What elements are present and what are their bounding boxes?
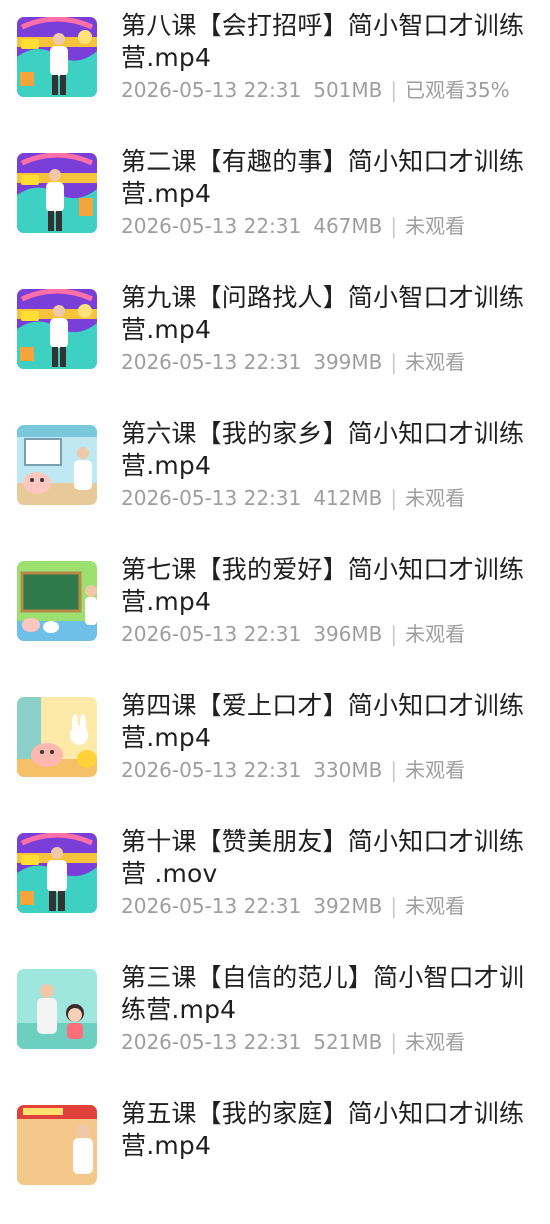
video-size: 399MB — [313, 350, 383, 374]
video-size: 330MB — [313, 758, 383, 782]
teal-scene-thumbnail-icon — [17, 969, 97, 1049]
video-title: 第十课【赞美朋友】简小知口才训练营 .mov — [121, 827, 525, 888]
video-title: 第五课【我的家庭】简小知口才训练营.mp4 — [121, 1099, 525, 1160]
watch-status: 未观看 — [405, 214, 466, 238]
video-meta: 2026-05-13 22:31 521MB | 未观看 — [121, 1029, 465, 1055]
video-title: 第八课【会打招呼】简小智口才训练营.mp4 — [121, 11, 525, 72]
video-file-item[interactable]: 第四课【爱上口才】简小知口才训练营.mp4 2026-05-13 22:31 33… — [0, 680, 550, 816]
meta-separator: | — [390, 486, 398, 510]
meta-separator: | — [390, 758, 398, 782]
meta-separator: | — [390, 622, 398, 646]
video-size: 467MB — [313, 214, 383, 238]
stage-thumbnail-icon — [17, 833, 97, 913]
classroom-thumbnail-icon — [17, 425, 97, 505]
video-size: 501MB — [313, 78, 383, 102]
video-thumbnail[interactable] — [17, 17, 97, 97]
chalkboard-thumbnail-icon — [17, 561, 97, 641]
video-meta: 2026-05-13 22:31 396MB | 未观看 — [121, 621, 465, 647]
video-meta: 2026-05-13 22:31 467MB | 未观看 — [121, 213, 465, 239]
video-file-item[interactable]: 第十课【赞美朋友】简小知口才训练营 .mov 2026-05-13 22:31 3… — [0, 816, 550, 952]
video-meta: 2026-05-13 22:31 412MB | 未观看 — [121, 485, 465, 511]
meta-separator: | — [390, 894, 398, 918]
video-file-item[interactable]: 第二课【有趣的事】简小知口才训练营.mp4 2026-05-13 22:31 46… — [0, 136, 550, 272]
video-thumbnail[interactable] — [17, 1105, 97, 1185]
video-thumbnail[interactable] — [17, 289, 97, 369]
stage-thumbnail-icon — [17, 153, 97, 233]
video-thumbnail[interactable] — [17, 697, 97, 777]
video-title: 第七课【我的爱好】简小知口才训练营.mp4 — [121, 555, 525, 616]
video-file-item[interactable]: 第三课【自信的范儿】简小智口才训练营.mp4 2026-05-13 22:31 5… — [0, 952, 550, 1088]
video-size: 521MB — [313, 1030, 383, 1054]
family-thumbnail-icon — [17, 1105, 97, 1185]
video-thumbnail[interactable] — [17, 425, 97, 505]
video-file-item[interactable]: 第八课【会打招呼】简小智口才训练营.mp4 2026-05-13 22:31 50… — [0, 0, 550, 136]
cartoon-thumbnail-icon — [17, 697, 97, 777]
watch-status: 未观看 — [405, 622, 466, 646]
video-date: 2026-05-13 22:31 — [121, 1030, 302, 1054]
video-size: 396MB — [313, 622, 383, 646]
video-date: 2026-05-13 22:31 — [121, 894, 302, 918]
video-file-item[interactable]: 第九课【问路找人】简小智口才训练营.mp4 2026-05-13 22:31 39… — [0, 272, 550, 408]
video-title: 第四课【爱上口才】简小知口才训练营.mp4 — [121, 691, 525, 752]
video-meta: 2026-05-13 22:31 392MB | 未观看 — [121, 893, 465, 919]
video-size: 392MB — [313, 894, 383, 918]
video-date: 2026-05-13 22:31 — [121, 78, 302, 102]
video-title: 第三课【自信的范儿】简小智口才训练营.mp4 — [121, 963, 525, 1024]
video-file-item[interactable]: 第六课【我的家乡】简小知口才训练营.mp4 2026-05-13 22:31 41… — [0, 408, 550, 544]
video-date: 2026-05-13 22:31 — [121, 486, 302, 510]
video-title: 第六课【我的家乡】简小知口才训练营.mp4 — [121, 419, 525, 480]
video-meta: 2026-05-13 22:31 399MB | 未观看 — [121, 349, 465, 375]
meta-separator: | — [390, 78, 398, 102]
video-title: 第二课【有趣的事】简小知口才训练营.mp4 — [121, 147, 525, 208]
video-date: 2026-05-13 22:31 — [121, 350, 302, 374]
video-date: 2026-05-13 22:31 — [121, 622, 302, 646]
video-date: 2026-05-13 22:31 — [121, 214, 302, 238]
video-thumbnail[interactable] — [17, 969, 97, 1049]
watch-status: 已观看35% — [405, 78, 510, 102]
video-title: 第九课【问路找人】简小智口才训练营.mp4 — [121, 283, 525, 344]
meta-separator: | — [390, 1030, 398, 1054]
stage-thumbnail-icon — [17, 17, 97, 97]
video-meta: 2026-05-13 22:31 501MB | 已观看35% — [121, 77, 510, 103]
video-thumbnail[interactable] — [17, 833, 97, 913]
video-thumbnail[interactable] — [17, 561, 97, 641]
watch-status: 未观看 — [405, 1030, 466, 1054]
video-meta: 2026-05-13 22:31 330MB | 未观看 — [121, 757, 465, 783]
video-file-item[interactable]: 第五课【我的家庭】简小知口才训练营.mp4 — [0, 1088, 550, 1224]
watch-status: 未观看 — [405, 758, 466, 782]
video-date: 2026-05-13 22:31 — [121, 758, 302, 782]
watch-status: 未观看 — [405, 486, 466, 510]
meta-separator: | — [390, 350, 398, 374]
video-file-item[interactable]: 第七课【我的爱好】简小知口才训练营.mp4 2026-05-13 22:31 39… — [0, 544, 550, 680]
video-thumbnail[interactable] — [17, 153, 97, 233]
stage-thumbnail-icon — [17, 289, 97, 369]
watch-status: 未观看 — [405, 894, 466, 918]
video-size: 412MB — [313, 486, 383, 510]
meta-separator: | — [390, 214, 398, 238]
watch-status: 未观看 — [405, 350, 466, 374]
